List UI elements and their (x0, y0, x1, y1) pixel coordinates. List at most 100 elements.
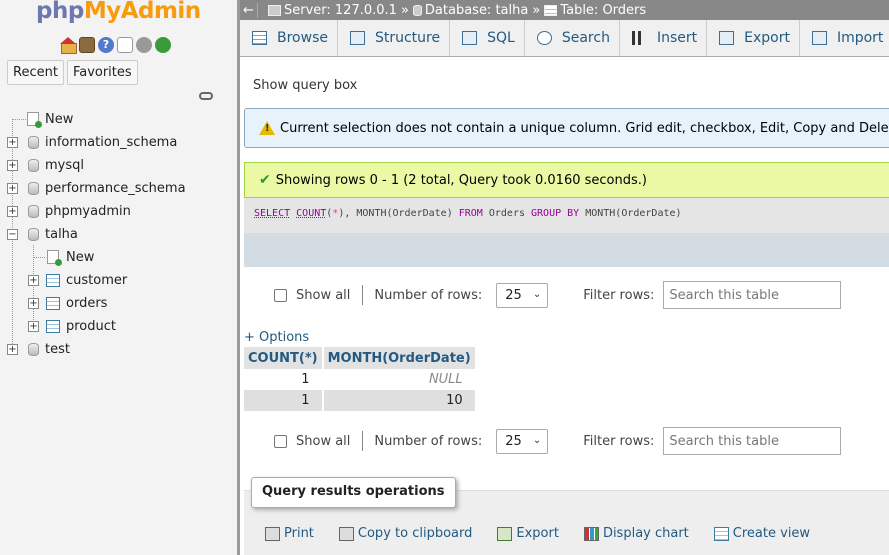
exit-icon[interactable] (79, 37, 95, 53)
help-icon[interactable]: ? (98, 37, 114, 53)
database-tree: New + information_schema + mysql + perfo… (0, 108, 237, 361)
tab-export[interactable]: Export (707, 20, 800, 56)
filter-rows-input[interactable]: Search this table (663, 427, 842, 455)
database-icon (28, 343, 39, 356)
chart-icon (583, 526, 599, 541)
table-icon (46, 274, 60, 287)
insert-icon (631, 31, 647, 45)
filter-rows-input[interactable]: Search this table (663, 281, 842, 309)
phpmyadmin-logo[interactable]: phpMyAdmin (36, 0, 201, 24)
filter-rows-label: Filter rows: (583, 287, 655, 303)
reload-icon[interactable] (155, 37, 171, 53)
settings-icon[interactable] (136, 37, 152, 53)
export-icon (497, 526, 513, 541)
breadcrumb-server[interactable]: Server: 127.0.0.1 (284, 3, 397, 18)
number-of-rows-label: Number of rows: (374, 287, 483, 303)
show-query-box-link[interactable]: Show query box (253, 78, 357, 93)
expand-icon[interactable]: + (7, 160, 18, 171)
sql-icon (462, 31, 478, 45)
table-tabs: Browse Structure SQL Search Insert Expor… (240, 20, 889, 57)
navigation-icon-row: ? (60, 37, 171, 54)
export-link[interactable]: Export (497, 526, 559, 541)
tree-item-talha-new[interactable]: New (0, 246, 237, 269)
tab-browse[interactable]: Browse (240, 20, 338, 56)
number-of-rows-select[interactable]: 25 ⌄ (496, 428, 549, 454)
breadcrumb-database[interactable]: Database: talha (425, 3, 528, 18)
tree-item-customer[interactable]: + customer (0, 269, 237, 292)
chevron-down-icon: ⌄ (532, 288, 542, 300)
warning-icon (259, 121, 275, 135)
new-database-icon (27, 112, 42, 128)
sql-query-toolbar (244, 233, 889, 267)
chevron-down-icon: ⌄ (532, 434, 542, 446)
main-content: Show query box Current selection does no… (240, 57, 889, 555)
notice-message: Current selection does not contain a uni… (244, 108, 889, 148)
recent-button[interactable]: Recent (7, 60, 64, 85)
table-navigation-bottom: Show all Number of rows: 25 ⌄ Filter row… (244, 426, 889, 456)
docs-icon[interactable] (117, 37, 133, 53)
results-table: COUNT(*) MONTH(OrderDate) 1 NULL 1 10 (244, 347, 477, 411)
clipboard-icon (338, 526, 354, 541)
tree-item-phpmyadmin[interactable]: + phpmyadmin (0, 200, 237, 223)
expand-icon[interactable]: + (7, 206, 18, 217)
breadcrumb-table[interactable]: Table: Orders (560, 3, 646, 18)
display-chart-link[interactable]: Display chart (583, 526, 689, 541)
show-all-checkbox[interactable] (274, 288, 287, 302)
database-icon (28, 159, 39, 172)
database-icon (28, 205, 39, 218)
query-results-actions: Print Copy to clipboard Export Display c… (265, 526, 835, 541)
table-icon (46, 297, 60, 310)
database-icon (28, 228, 39, 241)
expand-icon[interactable]: + (7, 344, 18, 355)
collapse-navigation-icon[interactable]: ← (240, 2, 258, 18)
tab-structure[interactable]: Structure (338, 20, 451, 56)
tree-item-orders[interactable]: + orders (0, 292, 237, 315)
copy-to-clipboard-link[interactable]: Copy to clipboard (338, 526, 472, 541)
number-of-rows-select[interactable]: 25 ⌄ (496, 282, 549, 308)
tab-search[interactable]: Search (525, 20, 620, 56)
tree-item-mysql[interactable]: + mysql (0, 154, 237, 177)
expand-icon[interactable]: + (28, 321, 39, 332)
search-icon (536, 31, 552, 45)
number-of-rows-label: Number of rows: (374, 433, 483, 449)
favorites-button[interactable]: Favorites (66, 60, 138, 85)
options-link[interactable]: + Options (244, 330, 309, 345)
collapse-icon[interactable]: − (7, 229, 18, 240)
show-all-checkbox[interactable] (274, 434, 287, 448)
export-icon (719, 31, 735, 45)
table-icon (544, 4, 558, 16)
table-navigation-top: Show all Number of rows: 25 ⌄ Filter row… (244, 280, 889, 310)
table-cell: NULL (322, 369, 477, 390)
print-icon (265, 526, 280, 541)
table-cell: 10 (322, 390, 477, 411)
tree-item-information-schema[interactable]: + information_schema (0, 131, 237, 154)
navigation-panel: phpMyAdmin ? Recent Favorites New + info… (0, 0, 237, 555)
show-all-label[interactable]: Show all (296, 434, 350, 449)
import-icon (811, 31, 827, 45)
server-icon (268, 4, 281, 16)
table-icon (46, 320, 60, 333)
column-header-month[interactable]: MONTH(OrderDate) (322, 347, 477, 369)
expand-icon[interactable]: + (28, 275, 39, 286)
database-icon (28, 136, 39, 149)
expand-icon[interactable]: + (7, 183, 18, 194)
show-all-label[interactable]: Show all (296, 288, 350, 303)
expand-icon[interactable]: + (7, 137, 18, 148)
link-with-main-panel-icon[interactable] (199, 92, 213, 100)
tree-item-performance-schema[interactable]: + performance_schema (0, 177, 237, 200)
breadcrumb: ← Server: 127.0.0.1 » Database: talha » … (240, 0, 889, 20)
tab-import[interactable]: Import (800, 20, 889, 56)
tab-sql[interactable]: SQL (450, 20, 525, 56)
tree-item-new[interactable]: New (0, 108, 237, 131)
tab-insert[interactable]: Insert (620, 20, 708, 56)
column-header-count[interactable]: COUNT(*) (244, 347, 324, 369)
create-view-link[interactable]: Create view (713, 526, 810, 541)
tree-item-product[interactable]: + product (0, 315, 237, 338)
table-cell: 1 (244, 369, 324, 390)
home-icon[interactable] (60, 37, 77, 54)
database-icon (412, 4, 422, 16)
print-link[interactable]: Print (265, 526, 314, 541)
tree-item-talha[interactable]: − talha (0, 223, 237, 246)
expand-icon[interactable]: + (28, 298, 39, 309)
tree-item-test[interactable]: + test (0, 338, 237, 361)
